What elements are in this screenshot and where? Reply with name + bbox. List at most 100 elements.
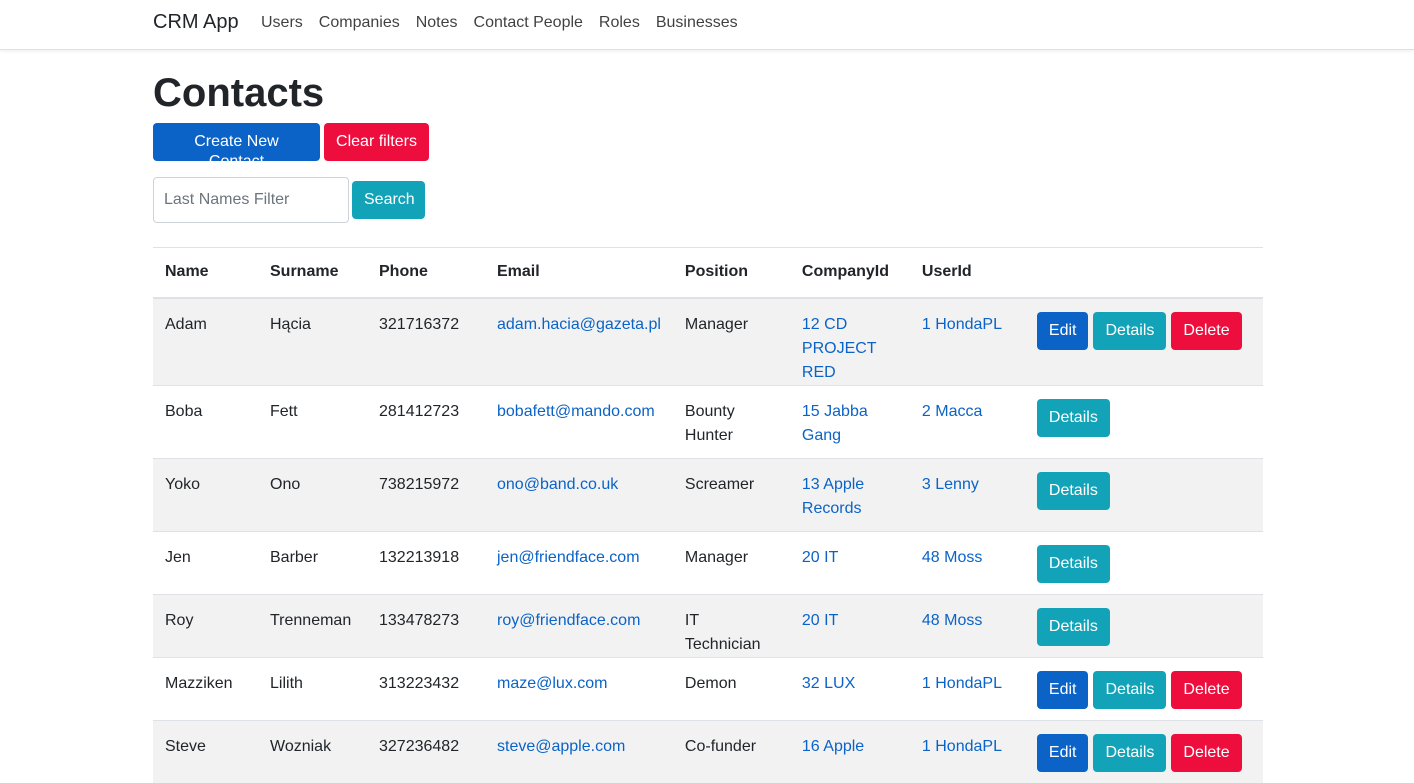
cell-email: maze@lux.com	[485, 657, 673, 720]
email-link[interactable]: roy@friendface.com	[497, 612, 640, 629]
details-button[interactable]: Details	[1037, 545, 1110, 583]
cell-email: roy@friendface.com	[485, 594, 673, 657]
details-button[interactable]: Details	[1037, 472, 1110, 510]
company-link[interactable]: 15 Jabba Gang	[802, 403, 868, 444]
table-row: Mazziken Lilith 313223432 maze@lux.com D…	[153, 657, 1263, 720]
cell-phone: 281412723	[367, 385, 485, 458]
nav-link-businesses[interactable]: Businesses	[648, 13, 746, 33]
cell-position: Manager	[673, 531, 790, 594]
nav-link-roles[interactable]: Roles	[591, 13, 648, 33]
table-row: Steve Wozniak 327236482 steve@apple.com …	[153, 720, 1263, 783]
company-link[interactable]: 13 Apple Records	[802, 476, 864, 517]
edit-button[interactable]: Edit	[1037, 734, 1089, 772]
edit-button[interactable]: Edit	[1037, 312, 1089, 350]
cell-position: Bounty Hunter	[673, 385, 790, 458]
email-link[interactable]: adam.hacia@gazeta.pl	[497, 316, 661, 333]
delete-button[interactable]: Delete	[1171, 312, 1241, 350]
user-link[interactable]: 1 HondaPL	[922, 675, 1002, 692]
cell-name: Steve	[153, 720, 258, 783]
cell-company: 32 LUX	[790, 657, 910, 720]
edit-button[interactable]: Edit	[1037, 671, 1089, 709]
cell-position: IT Technician	[673, 594, 790, 657]
user-link[interactable]: 1 HondaPL	[922, 738, 1002, 755]
cell-position: Manager	[673, 298, 790, 386]
header-email: Email	[485, 248, 673, 298]
email-link[interactable]: maze@lux.com	[497, 675, 608, 692]
email-link[interactable]: jen@friendface.com	[497, 549, 640, 566]
user-link[interactable]: 48 Moss	[922, 612, 982, 629]
nav-links: Users Companies Notes Contact People Rol…	[253, 13, 746, 33]
cell-company: 15 Jabba Gang	[790, 385, 910, 458]
cell-name: Roy	[153, 594, 258, 657]
cell-user: 1 HondaPL	[910, 720, 1025, 783]
company-link[interactable]: 20 IT	[802, 612, 838, 629]
cell-actions: Details	[1025, 594, 1263, 657]
email-link[interactable]: ono@band.co.uk	[497, 476, 618, 493]
table-row: Jen Barber 132213918 jen@friendface.com …	[153, 531, 1263, 594]
cell-position: Co-funder	[673, 720, 790, 783]
cell-position: Demon	[673, 657, 790, 720]
company-link[interactable]: 20 IT	[802, 549, 838, 566]
cell-name: Adam	[153, 298, 258, 386]
company-link[interactable]: 12 CD PROJECT RED	[802, 316, 876, 381]
search-button[interactable]: Search	[352, 181, 425, 219]
cell-company: 13 Apple Records	[790, 458, 910, 531]
cell-name: Mazziken	[153, 657, 258, 720]
cell-actions: Details	[1025, 531, 1263, 594]
nav-link-contact-people[interactable]: Contact People	[466, 13, 591, 33]
table-row: Adam Hącia 321716372 adam.hacia@gazeta.p…	[153, 298, 1263, 386]
cell-surname: Fett	[258, 385, 367, 458]
details-button[interactable]: Details	[1093, 312, 1166, 350]
table-row: Yoko Ono 738215972 ono@band.co.uk Scream…	[153, 458, 1263, 531]
table-header: Name Surname Phone Email Position Compan…	[153, 248, 1263, 298]
table-body: Adam Hącia 321716372 adam.hacia@gazeta.p…	[153, 298, 1263, 783]
cell-name: Jen	[153, 531, 258, 594]
cell-name: Yoko	[153, 458, 258, 531]
cell-email: jen@friendface.com	[485, 531, 673, 594]
header-user-id: UserId	[910, 248, 1025, 298]
cell-email: bobafett@mando.com	[485, 385, 673, 458]
clear-filters-button[interactable]: Clear filters	[324, 123, 429, 161]
user-link[interactable]: 2 Macca	[922, 403, 982, 420]
cell-phone: 738215972	[367, 458, 485, 531]
cell-user: 3 Lenny	[910, 458, 1025, 531]
details-button[interactable]: Details	[1093, 734, 1166, 772]
cell-user: 48 Moss	[910, 531, 1025, 594]
header-company-id: CompanyId	[790, 248, 910, 298]
cell-phone: 327236482	[367, 720, 485, 783]
user-link[interactable]: 48 Moss	[922, 549, 982, 566]
cell-surname: Trenneman	[258, 594, 367, 657]
delete-button[interactable]: Delete	[1171, 671, 1241, 709]
cell-user: 1 HondaPL	[910, 298, 1025, 386]
user-link[interactable]: 3 Lenny	[922, 476, 979, 493]
details-button[interactable]: Details	[1037, 399, 1110, 437]
cell-company: 12 CD PROJECT RED	[790, 298, 910, 386]
nav-link-users[interactable]: Users	[253, 13, 311, 33]
details-button[interactable]: Details	[1093, 671, 1166, 709]
cell-name: Boba	[153, 385, 258, 458]
user-link[interactable]: 1 HondaPL	[922, 316, 1002, 333]
nav-link-companies[interactable]: Companies	[311, 13, 408, 33]
cell-user: 1 HondaPL	[910, 657, 1025, 720]
contacts-table: Name Surname Phone Email Position Compan…	[153, 247, 1263, 783]
email-link[interactable]: steve@apple.com	[497, 738, 625, 755]
cell-company: 16 Apple	[790, 720, 910, 783]
details-button[interactable]: Details	[1037, 608, 1110, 646]
header-position: Position	[673, 248, 790, 298]
header-name: Name	[153, 248, 258, 298]
nav-link-notes[interactable]: Notes	[408, 13, 466, 33]
brand-link[interactable]: CRM App	[153, 11, 239, 34]
cell-email: steve@apple.com	[485, 720, 673, 783]
cell-position: Screamer	[673, 458, 790, 531]
cell-user: 48 Moss	[910, 594, 1025, 657]
cell-phone: 313223432	[367, 657, 485, 720]
last-names-filter-input[interactable]	[153, 177, 349, 223]
delete-button[interactable]: Delete	[1171, 734, 1241, 772]
email-link[interactable]: bobafett@mando.com	[497, 403, 655, 420]
company-link[interactable]: 32 LUX	[802, 675, 855, 692]
company-link[interactable]: 16 Apple	[802, 738, 864, 755]
cell-email: adam.hacia@gazeta.pl	[485, 298, 673, 386]
cell-surname: Wozniak	[258, 720, 367, 783]
cell-phone: 133478273	[367, 594, 485, 657]
create-contact-button[interactable]: Create New Contact	[153, 123, 320, 161]
